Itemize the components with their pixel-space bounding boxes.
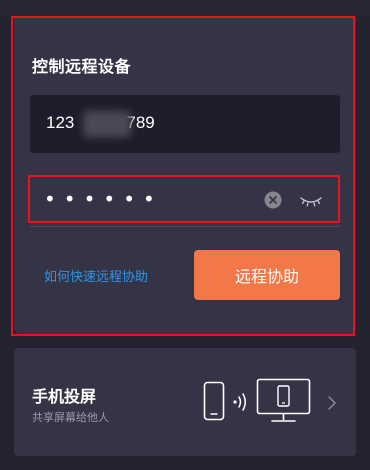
chevron-right-icon[interactable] bbox=[327, 395, 337, 411]
device-id-redaction bbox=[83, 111, 131, 137]
clear-circle-icon[interactable] bbox=[264, 191, 282, 209]
password-mask: •••••• bbox=[44, 187, 163, 211]
phone-icon bbox=[203, 381, 225, 421]
help-link[interactable]: 如何快速远程协助 bbox=[44, 266, 148, 285]
remote-control-title: 控制远程设备 bbox=[32, 57, 132, 76]
screen-cast-title: 手机投屏 bbox=[32, 387, 97, 406]
remote-assist-button[interactable]: 远程协助 bbox=[194, 250, 340, 300]
screen-cast-subtitle: 共享屏幕给他人 bbox=[32, 411, 109, 424]
device-id-prefix: 123 bbox=[46, 113, 75, 132]
top-strip bbox=[0, 0, 370, 16]
monitor-icon bbox=[256, 378, 311, 422]
password-underline bbox=[30, 226, 340, 227]
eye-closed-icon[interactable] bbox=[299, 192, 323, 208]
wireless-waves-icon bbox=[233, 393, 246, 411]
bottom-strip bbox=[0, 462, 370, 470]
